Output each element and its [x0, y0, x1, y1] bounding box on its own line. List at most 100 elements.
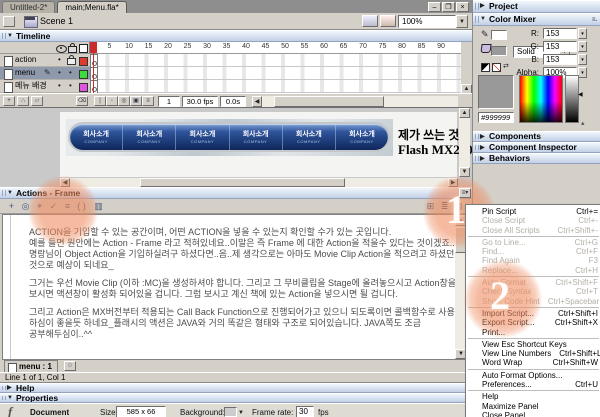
layer-lock-dot[interactable]: • [69, 80, 72, 91]
onion-skin-icon[interactable]: ◦ [106, 96, 118, 106]
properties-panel-header[interactable]: Properties [0, 393, 472, 403]
auto-format-icon[interactable]: ≡ [61, 200, 74, 212]
layer-visibility-dot[interactable]: • [58, 80, 61, 91]
scroll-up-icon[interactable]: ▲ [459, 108, 470, 118]
find-icon[interactable]: ◎ [19, 200, 32, 212]
edit-multiple-frames-icon[interactable]: ▣ [130, 96, 142, 106]
stage-canvas[interactable]: 회사소개COMPANY회사소개COMPANY회사소개COMPANY회사소개COM… [60, 112, 457, 177]
layer-row[interactable]: 메뉴 배경•• [0, 80, 90, 93]
show-code-hint-icon[interactable]: ( ) [75, 200, 88, 212]
insert-target-path-icon[interactable]: ⌖ [33, 200, 46, 212]
scroll-down-icon[interactable]: ▼ [459, 167, 470, 177]
project-panel-header[interactable]: Project [473, 0, 600, 13]
scroll-left-icon[interactable]: ◀ [252, 96, 262, 107]
menu-item[interactable]: Pin ScriptCtrl+= [466, 207, 600, 216]
scrollbar-thumb[interactable] [274, 96, 384, 107]
script-editor[interactable]: ACTION을 기입할 수 있는 공간이며, 어떤 ACTION을 넣을 수 있… [2, 214, 470, 360]
insert-layer-icon[interactable]: + [3, 96, 15, 106]
stage-scroll-left-icon[interactable]: ◀ [60, 178, 70, 187]
script-tab[interactable]: menu : 1 [4, 360, 58, 372]
menu-item[interactable]: View Esc Shortcut Keys [466, 340, 600, 349]
sidebar-panel-header[interactable]: Components [473, 131, 600, 142]
check-syntax-icon[interactable]: ✓ [47, 200, 60, 212]
back-nav-button[interactable] [3, 16, 15, 27]
debug-options-icon[interactable]: ▥ [92, 200, 105, 212]
playhead-handle[interactable] [90, 42, 97, 53]
panel-options-menu-icon[interactable]: ≡. [592, 15, 597, 26]
layer-visibility-dot[interactable]: • [58, 54, 61, 65]
layer-lock-icon[interactable] [67, 58, 76, 65]
collapse-arrow-icon[interactable]: ▴ [581, 119, 585, 127]
menu-item[interactable]: Preferences...Ctrl+U [466, 380, 600, 389]
edit-scene-icon[interactable] [362, 15, 378, 27]
color-mixer-panel-header[interactable]: Color Mixer ≡. [473, 13, 600, 26]
sidebar-panel-header[interactable]: Component Inspector [473, 142, 600, 153]
actions-panel-header[interactable]: Actions - Frame [0, 187, 472, 199]
sidebar-panel-header[interactable]: Behaviors [473, 153, 600, 164]
stage-v-scrollbar[interactable]: ▲ ▼ [459, 108, 470, 177]
scrollbar-thumb[interactable] [140, 178, 345, 187]
timeline-ruler[interactable]: 51015202530354045505560657075808590 [90, 42, 461, 54]
menu-item[interactable]: View Line NumbersCtrl+Shift+L [466, 349, 600, 358]
menu-item[interactable]: Import Script...Ctrl+Shift+I [466, 309, 600, 318]
add-motion-guide-icon[interactable]: ∴ [17, 96, 29, 106]
size-button[interactable]: 585 x 66 pixels [116, 406, 166, 417]
channel-input[interactable]: 153 [543, 41, 577, 52]
help-panel-header[interactable]: Help [0, 383, 472, 393]
delete-layer-trash-icon[interactable]: ⌫ [76, 96, 88, 106]
menu-item[interactable]: Print... [466, 328, 600, 337]
layer-lock-dot[interactable]: • [69, 67, 72, 78]
channel-stepper[interactable]: ▾ [578, 28, 587, 39]
insert-folder-icon[interactable]: ▱ [31, 96, 43, 106]
show-hide-all-icon[interactable] [56, 45, 67, 53]
menu-item[interactable]: Auto Format Options... [466, 371, 600, 380]
timeline-h-scrollbar[interactable] [262, 96, 458, 107]
slider-marker-icon[interactable]: ◀ [578, 91, 583, 98]
layer-visibility-dot[interactable]: • [58, 67, 61, 78]
layer-row[interactable]: menu✎•• [0, 67, 90, 80]
keyframe-cell[interactable] [90, 80, 98, 93]
stage-h-scrollbar[interactable] [70, 178, 448, 187]
keyframe-cell[interactable] [90, 54, 98, 68]
layer-outline-color[interactable] [79, 57, 88, 66]
channel-stepper[interactable]: ▾ [578, 54, 587, 65]
layer-outline-color[interactable] [79, 70, 88, 79]
stage-pasteboard[interactable]: 회사소개COMPANY회사소개COMPANY회사소개COMPANY회사소개COM… [0, 108, 472, 187]
menu-item[interactable]: Word WrapCtrl+Shift+W [466, 358, 600, 367]
menu-item[interactable]: Maximize Panel [466, 402, 600, 411]
channel-stepper[interactable]: ▾ [578, 67, 587, 78]
layer-outline-color[interactable] [79, 83, 88, 92]
menu-item[interactable]: Help [466, 392, 600, 401]
timeline-panel-header[interactable]: Timeline [0, 30, 472, 42]
nav-bar-artwork[interactable]: 회사소개COMPANY회사소개COMPANY회사소개COMPANY회사소개COM… [66, 119, 393, 156]
background-color-swatch[interactable] [224, 407, 237, 417]
brightness-slider[interactable] [565, 75, 579, 123]
keyframe-cell[interactable] [90, 67, 98, 81]
menu-item[interactable]: Export Script...Ctrl+Shift+X [466, 318, 600, 327]
add-script-icon[interactable]: + [5, 200, 18, 212]
minimize-button-icon[interactable]: – [428, 2, 441, 12]
lock-all-icon[interactable] [68, 46, 77, 53]
hex-color-input[interactable]: #999999 [478, 112, 514, 123]
document-tab[interactable]: main;Menu.fla* [57, 1, 126, 13]
menu-item[interactable]: Close Panel [466, 411, 600, 417]
close-button-icon[interactable]: × [456, 2, 469, 12]
color-picker-gradient[interactable] [519, 75, 563, 123]
edit-symbol-icon[interactable] [380, 15, 396, 27]
reference-icon[interactable]: ⊞ [424, 200, 437, 212]
panel-options-menu-icon[interactable]: ≡▾ [459, 188, 471, 198]
script-pin-icon[interactable]: ▤ [452, 200, 465, 212]
outline-all-icon[interactable] [79, 44, 88, 53]
framerate-input[interactable]: 30 [296, 406, 314, 417]
zoom-dropdown-arrow-icon[interactable]: ▼ [456, 15, 468, 28]
modify-onion-markers-icon[interactable]: ≡ [142, 96, 154, 106]
frame-grid[interactable] [90, 54, 461, 93]
zoom-select[interactable]: 100% [398, 15, 456, 28]
chevron-down-icon[interactable]: ▼ [237, 409, 245, 417]
center-frame-icon[interactable]: | [94, 96, 106, 106]
channel-input[interactable]: 153 [543, 28, 577, 39]
restore-button-icon[interactable]: ❐ [442, 2, 455, 12]
channel-stepper[interactable]: ▾ [578, 41, 587, 52]
layer-row[interactable]: action• [0, 54, 90, 67]
pin-script-tab-icon[interactable]: ⊙ [64, 361, 76, 371]
